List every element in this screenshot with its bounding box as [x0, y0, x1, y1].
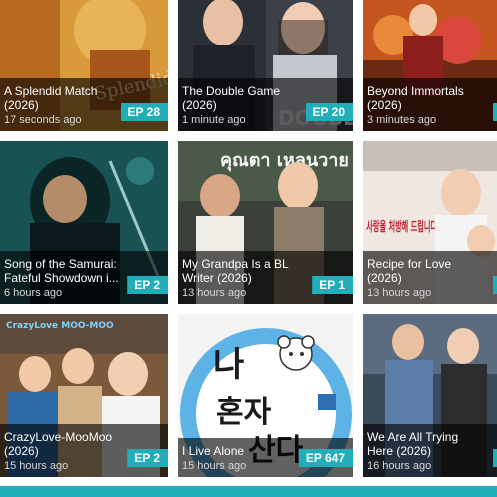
poster-title-line1: 나 — [213, 345, 244, 385]
card-info: We Are All Trying Here (2026) 16 hours a… — [363, 424, 497, 477]
card-title[interactable]: Beyond Immortals (2026) — [367, 84, 485, 112]
poster-title-korean: 사랑을 처방해 드립니다 — [366, 219, 437, 235]
card-title[interactable]: We Are All Trying Here (2026) — [367, 430, 485, 458]
drama-card[interactable]: Song of the Samurai: Fateful Showdown i.… — [0, 141, 168, 304]
card-time: 3 minutes ago — [367, 114, 437, 126]
episode-badge: EP 28 — [120, 103, 168, 121]
poster-title: CrazyLove MOO-MOO — [6, 321, 114, 331]
drama-card[interactable]: คุณตา เหลนวาย My Grandpa Is a BL Writer … — [178, 141, 353, 304]
episode-badge — [493, 449, 497, 467]
card-title[interactable]: A Splendid Match (2026) — [4, 84, 122, 112]
card-info: Recipe for Love (2026) 13 hours ago — [363, 251, 497, 304]
card-time: 16 hours ago — [367, 460, 432, 472]
drama-card[interactable]: CrazyLove MOO-MOO CrazyLove-MooMoo (2026… — [0, 314, 168, 477]
card-title[interactable]: My Grandpa Is a BL Writer (2026) — [182, 257, 300, 285]
card-title[interactable]: Recipe for Love (2026) — [367, 257, 485, 285]
episode-badge: EP 2 — [127, 449, 168, 467]
card-title[interactable]: The Double Game (2026) — [182, 84, 300, 112]
drama-card[interactable]: Splendid A Splendid Match (2026) 17 seco… — [0, 0, 168, 131]
drama-grid: Splendid A Splendid Match (2026) 17 seco… — [0, 0, 497, 486]
footer-bar — [0, 486, 497, 497]
episode-badge — [493, 103, 497, 121]
episode-badge: EP 1 — [312, 276, 353, 294]
card-title[interactable]: CrazyLove-MooMoo (2026) — [4, 430, 122, 458]
drama-card[interactable]: Beyond Immortals (2026) 3 minutes ago — [363, 0, 497, 131]
card-title[interactable]: I Live Alone — [182, 444, 300, 458]
episode-badge: EP 20 — [305, 103, 353, 121]
card-time: 13 hours ago — [367, 287, 432, 299]
card-info: Beyond Immortals (2026) 3 minutes ago — [363, 78, 497, 131]
card-title[interactable]: Song of the Samurai: Fateful Showdown i.… — [4, 257, 122, 285]
drama-card[interactable]: 나 혼자 산다 I Live Alone 15 hours ago EP 647 — [178, 314, 353, 477]
drama-card[interactable]: 사랑을 처방해 드립니다 Recipe for Love (2026) 13 h… — [363, 141, 497, 304]
drama-card[interactable]: We Are All Trying Here (2026) 16 hours a… — [363, 314, 497, 477]
drama-card[interactable]: DOUBLE The Double Game (2026) 1 minute a… — [178, 0, 353, 131]
episode-badge: EP 647 — [298, 449, 353, 467]
episode-badge: EP 2 — [127, 276, 168, 294]
poster-title-line2: 혼자 — [216, 395, 272, 430]
episode-badge — [493, 276, 497, 294]
